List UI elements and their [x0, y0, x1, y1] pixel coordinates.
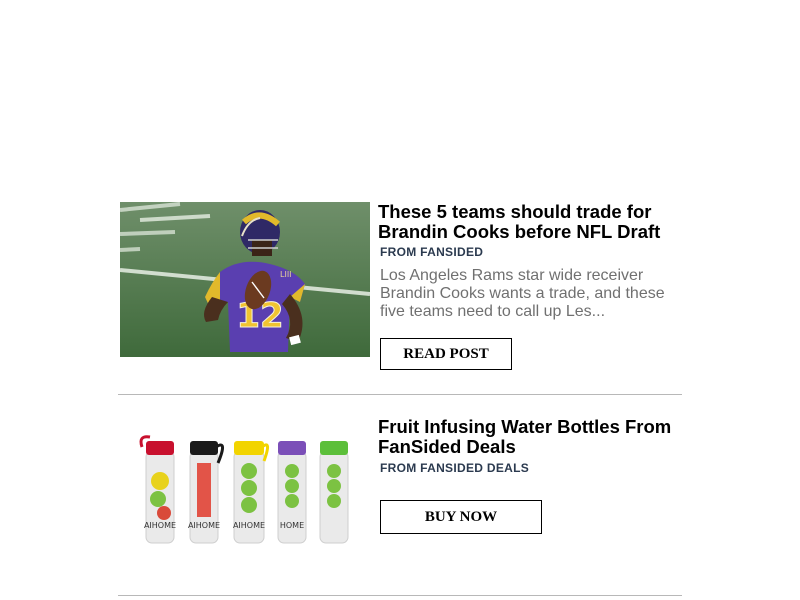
svg-text:HOME: HOME — [280, 521, 304, 530]
water-bottles-image: AIHOME AIHOME AIHOME HOME — [120, 433, 370, 551]
buy-now-button[interactable]: BUY NOW — [380, 500, 542, 534]
article-card[interactable]: 12 LIII These 5 teams should trade for B… — [118, 200, 682, 395]
deal-source: FROM FANSIDED DEALS — [380, 461, 530, 475]
svg-text:AIHOME: AIHOME — [233, 521, 265, 530]
deal-thumbnail[interactable]: AIHOME AIHOME AIHOME HOME — [120, 433, 370, 551]
deal-card[interactable]: AIHOME AIHOME AIHOME HOME Fruit Infusing… — [118, 395, 682, 596]
article-title[interactable]: These 5 teams should trade for Brandin C… — [378, 202, 688, 242]
article-source: FROM FANSIDED — [380, 245, 484, 259]
football-player-image: 12 LIII — [120, 202, 370, 357]
read-post-button[interactable]: READ POST — [380, 338, 512, 370]
svg-text:AIHOME: AIHOME — [144, 521, 176, 530]
article-thumbnail[interactable]: 12 LIII — [120, 202, 370, 357]
deal-title[interactable]: Fruit Infusing Water Bottles From FanSid… — [378, 417, 688, 457]
svg-text:AIHOME: AIHOME — [188, 521, 220, 530]
article-description: Los Angeles Rams star wide receiver Bran… — [380, 267, 665, 320]
svg-text:LIII: LIII — [280, 270, 292, 279]
